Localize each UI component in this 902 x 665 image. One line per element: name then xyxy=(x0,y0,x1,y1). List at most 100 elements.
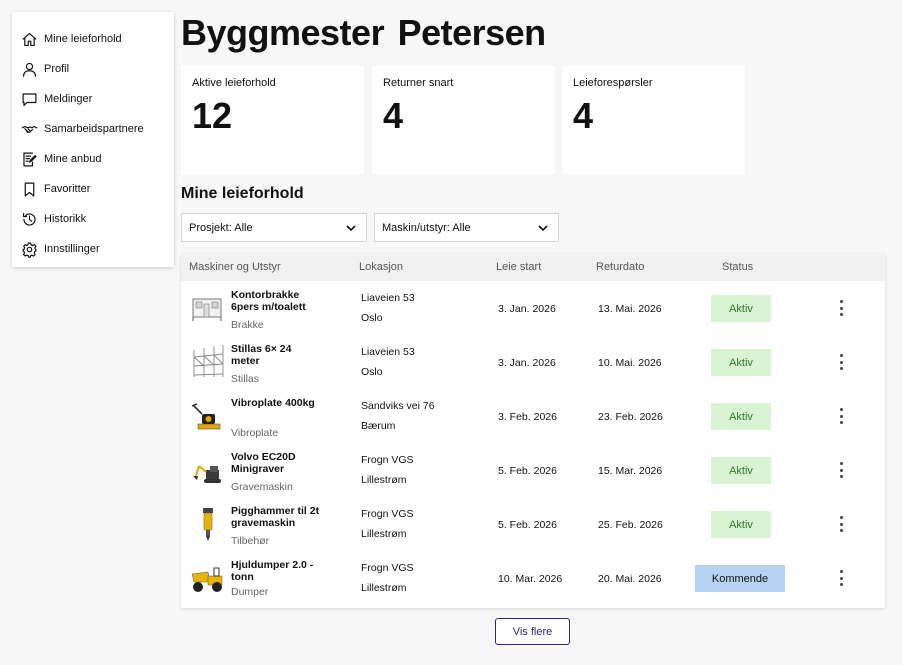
return-date: 23. Feb. 2026 xyxy=(598,411,663,423)
sidebar: Mine leieforhold Profil Meldinger Samarb… xyxy=(12,12,174,267)
sidebar-item-historikk[interactable]: Historikk xyxy=(12,204,174,234)
more-options-icon[interactable] xyxy=(836,462,846,478)
message-icon xyxy=(20,90,38,108)
gear-icon xyxy=(20,240,38,258)
section-title: Mine leieforhold xyxy=(181,185,304,202)
location-street: Frogn VGS xyxy=(361,454,414,466)
stat-value: 4 xyxy=(383,95,404,136)
location-city: Lillestrøm xyxy=(361,528,407,540)
sidebar-item-label: Profil xyxy=(44,63,70,75)
project-filter-select[interactable]: Prosjekt: Alle xyxy=(181,213,367,242)
rent-start-date: 5. Feb. 2026 xyxy=(498,519,557,531)
machine-filter-select[interactable]: Maskin/utstyr: Alle xyxy=(374,213,559,242)
home-icon xyxy=(20,30,38,48)
page-title: Byggmester Petersen xyxy=(181,12,546,53)
wheel-dumper-image xyxy=(191,567,223,592)
machine-name[interactable]: Volvo EC20D Minigraver xyxy=(231,451,321,475)
machine-category: Gravemaskin xyxy=(231,481,293,493)
column-header-start[interactable]: Leie start xyxy=(496,261,541,273)
rentals-table: Maskiner og Utstyr Lokasjon Leie start R… xyxy=(181,253,885,608)
machine-category: Stillas xyxy=(231,373,260,385)
location-city: Lillestrøm xyxy=(361,474,407,486)
bookmark-icon xyxy=(20,180,38,198)
sidebar-item-innstillinger[interactable]: Innstillinger xyxy=(12,234,174,264)
table-row[interactable]: Kontorbrakke 6pers m/toalett Brakke Liav… xyxy=(181,281,885,335)
column-header-status[interactable]: Status xyxy=(722,261,753,273)
column-header-return[interactable]: Returdato xyxy=(596,261,644,273)
sidebar-item-label: Historikk xyxy=(44,213,87,225)
location-street: Liaveien 53 xyxy=(361,292,415,304)
machine-name[interactable]: Vibroplate 400kg xyxy=(231,397,321,409)
plate-compactor-image xyxy=(191,403,221,430)
more-options-icon[interactable] xyxy=(836,570,846,586)
sidebar-item-label: Mine anbud xyxy=(44,153,102,165)
table-header: Maskiner og Utstyr Lokasjon Leie start R… xyxy=(181,253,885,281)
location-street: Liaveien 53 xyxy=(361,346,415,358)
more-options-icon[interactable] xyxy=(836,516,846,532)
rent-start-date: 3. Jan. 2026 xyxy=(498,303,556,315)
sidebar-item-label: Favoritter xyxy=(44,183,91,195)
user-icon xyxy=(20,60,38,78)
status-badge: Kommende xyxy=(695,565,785,592)
stat-value: 12 xyxy=(192,95,233,136)
machine-name[interactable]: Hjuldumper 2.0 - tonn xyxy=(231,559,321,583)
scaffolding-image xyxy=(193,345,224,377)
table-row[interactable]: Vibroplate 400kg Vibroplate Sandviks vei… xyxy=(181,389,885,443)
return-date: 25. Feb. 2026 xyxy=(598,519,663,531)
sidebar-item-label: Mine leieforhold xyxy=(44,33,122,45)
machine-category: Tilbehør xyxy=(231,535,270,547)
project-filter-value: Prosjekt: Alle xyxy=(189,221,253,234)
machine-name[interactable]: Kontorbrakke 6pers m/toalett xyxy=(231,289,321,313)
table-row[interactable]: Hjuldumper 2.0 - tonn Dumper Frogn VGS L… xyxy=(181,551,885,605)
rent-start-date: 5. Feb. 2026 xyxy=(498,465,557,477)
sidebar-item-mine-anbud[interactable]: Mine anbud xyxy=(12,144,174,174)
location-street: Sandviks vei 76 xyxy=(361,400,435,412)
sidebar-item-meldinger[interactable]: Meldinger xyxy=(12,84,174,114)
sidebar-item-mine-leieforhold[interactable]: Mine leieforhold xyxy=(12,24,174,54)
office-trailer-image xyxy=(192,298,222,321)
table-row[interactable]: Pigghammer til 2t gravemaskin Tilbehør F… xyxy=(181,497,885,551)
stat-card-leieforesporsler: Leieforespørsler 4 xyxy=(562,66,745,174)
location-city: Oslo xyxy=(361,312,383,324)
table-row[interactable]: Volvo EC20D Minigraver Gravemaskin Frogn… xyxy=(181,443,885,497)
location-street: Frogn VGS xyxy=(361,562,414,574)
location-city: Lillestrøm xyxy=(361,582,407,594)
chevron-down-icon xyxy=(345,222,357,234)
sidebar-item-profil[interactable]: Profil xyxy=(12,54,174,84)
status-badge: Aktiv xyxy=(711,349,771,376)
sidebar-item-label: Meldinger xyxy=(44,93,93,105)
more-options-icon[interactable] xyxy=(836,408,846,424)
sidebar-item-favoritter[interactable]: Favoritter xyxy=(12,174,174,204)
rent-start-date: 10. Mar. 2026 xyxy=(498,573,563,585)
return-date: 15. Mar. 2026 xyxy=(598,465,663,477)
handshake-icon xyxy=(20,120,38,138)
machine-category: Dumper xyxy=(231,586,269,598)
return-date: 10. Mai. 2026 xyxy=(598,357,662,369)
chevron-down-icon xyxy=(537,222,549,234)
machine-category: Brakke xyxy=(231,319,264,331)
sidebar-item-samarbeidspartnere[interactable]: Samarbeidspartnere xyxy=(12,114,174,144)
stat-card-returner-snart: Returner snart 4 xyxy=(372,66,555,174)
stat-card-aktive-leieforhold: Aktive leieforhold 12 xyxy=(181,66,364,174)
stat-title: Leieforespørsler xyxy=(573,77,653,89)
stat-title: Aktive leieforhold xyxy=(192,77,276,89)
machine-name[interactable]: Pigghammer til 2t gravemaskin xyxy=(231,505,321,529)
stat-value: 4 xyxy=(573,95,594,136)
location-city: Oslo xyxy=(361,366,383,378)
show-more-button[interactable]: Vis flere xyxy=(495,618,570,645)
column-header-machines[interactable]: Maskiner og Utstyr xyxy=(189,261,281,273)
return-date: 13. Mai. 2026 xyxy=(598,303,662,315)
hydraulic-breaker-image xyxy=(203,508,213,541)
return-date: 20. Mai. 2026 xyxy=(598,573,662,585)
more-options-icon[interactable] xyxy=(836,300,846,316)
location-city: Bærum xyxy=(361,420,396,432)
column-header-location[interactable]: Lokasjon xyxy=(359,261,403,273)
table-row[interactable]: Stillas 6× 24 meter Stillas Liaveien 53 … xyxy=(181,335,885,389)
rent-start-date: 3. Feb. 2026 xyxy=(498,411,557,423)
document-edit-icon xyxy=(20,150,38,168)
machine-name[interactable]: Stillas 6× 24 meter xyxy=(231,343,321,367)
machine-category: Vibroplate xyxy=(231,427,279,439)
status-badge: Aktiv xyxy=(711,403,771,430)
machine-filter-value: Maskin/utstyr: Alle xyxy=(382,221,471,234)
more-options-icon[interactable] xyxy=(836,354,846,370)
